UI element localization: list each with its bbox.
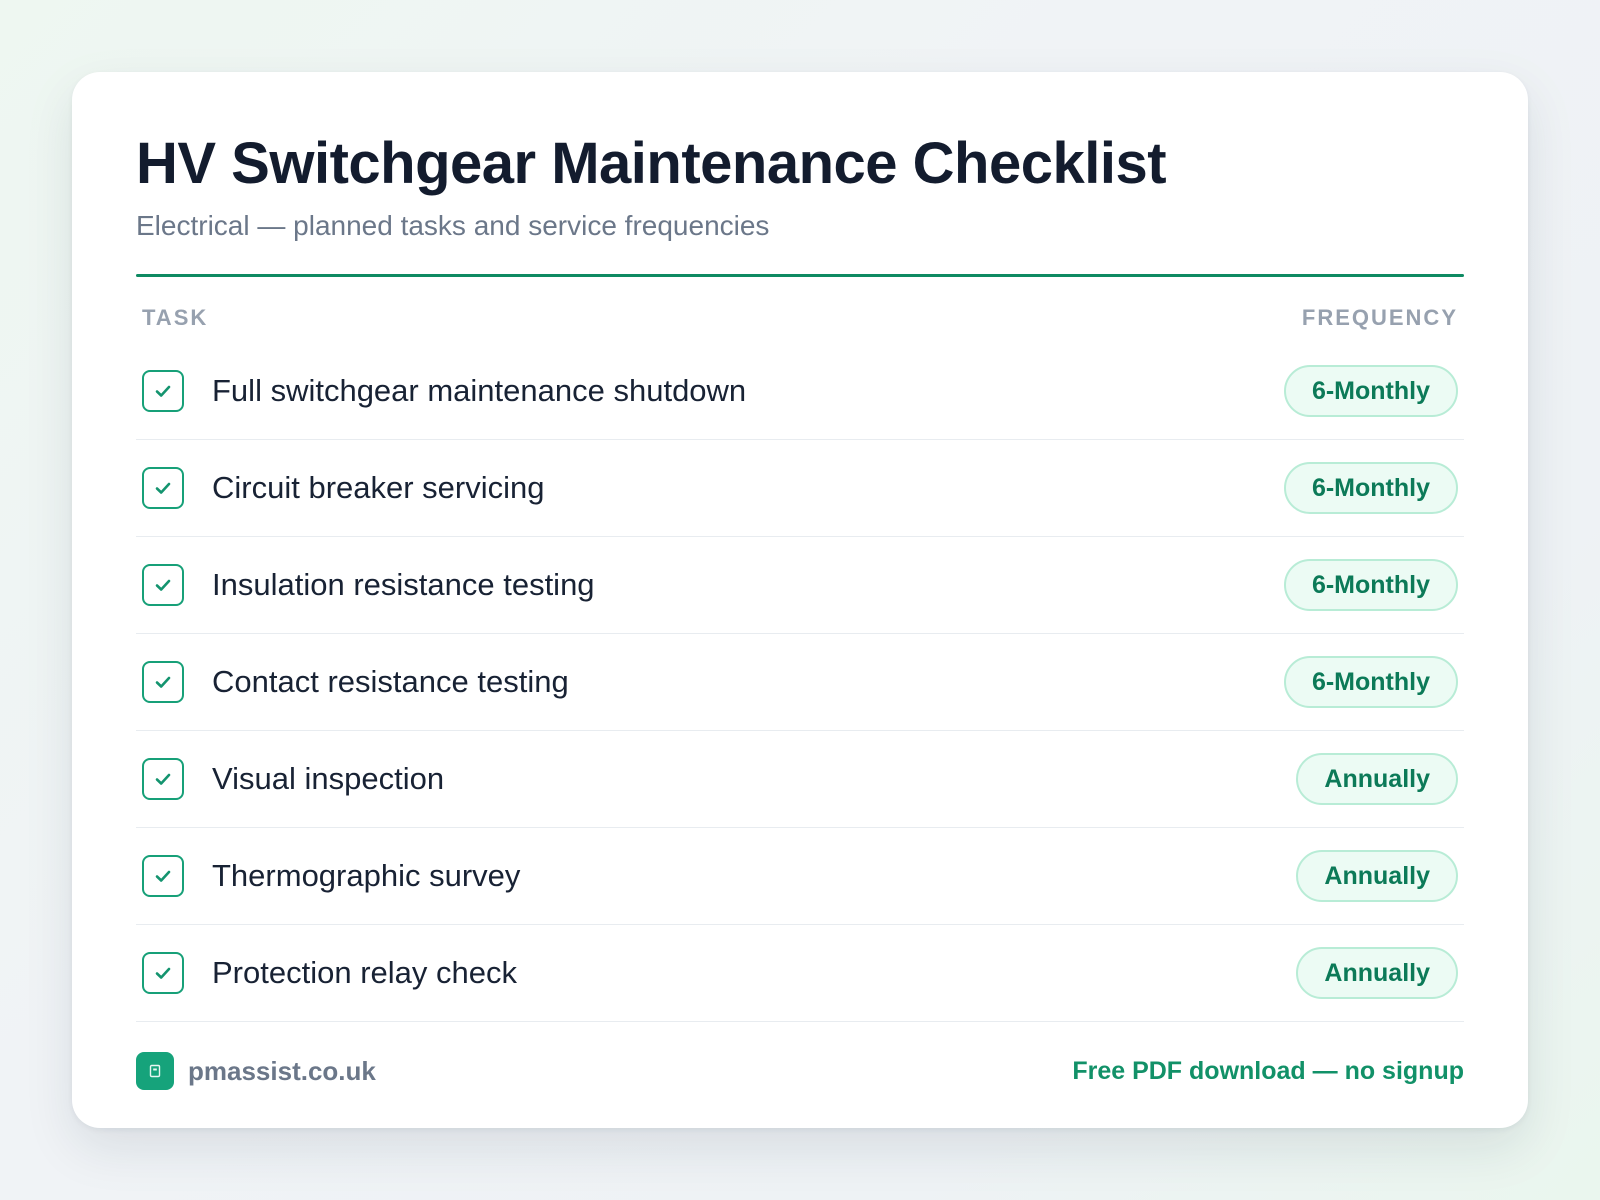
task-label: Visual inspection [212,761,445,796]
task-label: Protection relay check [212,955,517,990]
brand-logo [136,1052,174,1090]
building-icon [149,1064,161,1078]
frequency-badge: Annually [1296,947,1458,999]
card-footer: pmassist.co.uk Free PDF download — no si… [136,1052,1464,1090]
task-label: Full switchgear maintenance shutdown [212,373,747,408]
check-icon [155,579,171,591]
frequency-badge: Annually [1296,850,1458,902]
check-icon [155,482,171,494]
check-icon [155,773,171,785]
header-divider [136,274,1464,277]
task-row: Circuit breaker servicing 6-Monthly [136,440,1464,537]
task-row: Contact resistance testing 6-Monthly [136,634,1464,731]
task-list: Full switchgear maintenance shutdown 6-M… [136,343,1464,1022]
brand-name: pmassist.co.uk [188,1055,376,1086]
free-pdf-download-link[interactable]: Free PDF download — no signup [1072,1057,1464,1086]
frequency-badge: 6-Monthly [1283,365,1458,417]
task-checkbox[interactable] [142,370,184,412]
task-label: Thermographic survey [212,858,521,893]
page-title: HV Switchgear Maintenance Checklist [136,131,1167,196]
frequency-badge: 6-Monthly [1283,656,1458,708]
task-row: Visual inspection Annually [136,731,1464,828]
task-checkbox[interactable] [142,661,184,703]
task-row: Thermographic survey Annually [136,828,1464,925]
frequency-badge: Annually [1296,753,1458,805]
task-checkbox[interactable] [142,952,184,994]
task-checkbox[interactable] [142,467,184,509]
task-row: Insulation resistance testing 6-Monthly [136,537,1464,634]
task-row: Full switchgear maintenance shutdown 6-M… [136,343,1464,440]
task-label: Contact resistance testing [212,664,569,699]
task-checkbox[interactable] [142,758,184,800]
checklist-card: HV Switchgear Maintenance Checklist Elec… [72,72,1528,1128]
task-label: Circuit breaker servicing [212,470,545,505]
check-icon [155,676,171,688]
column-header-frequency: FREQUENCY [1301,305,1458,330]
check-icon [155,385,171,397]
task-row: Protection relay check Annually [136,925,1464,1022]
check-icon [155,870,171,882]
column-header-task: TASK [142,305,209,330]
task-checkbox[interactable] [142,855,184,897]
frequency-badge: 6-Monthly [1283,559,1458,611]
task-label: Insulation resistance testing [212,567,595,602]
frequency-badge: 6-Monthly [1283,462,1458,514]
column-headers: TASK FREQUENCY [136,303,1464,333]
check-icon [155,967,171,979]
page-subtitle: Electrical — planned tasks and service f… [136,210,770,241]
brand[interactable]: pmassist.co.uk [136,1052,376,1090]
task-checkbox[interactable] [142,564,184,606]
